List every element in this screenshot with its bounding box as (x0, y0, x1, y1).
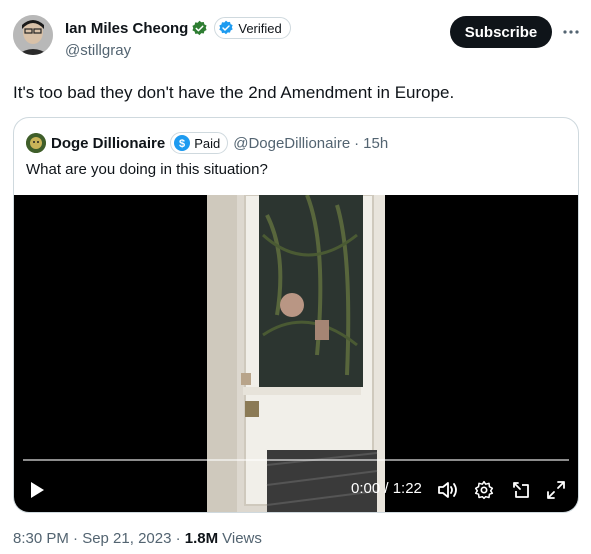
fullscreen-icon[interactable] (545, 478, 567, 502)
paid-coin-icon: $ (174, 135, 191, 151)
tweet-timestamp[interactable]: 8:30 PM · Sep 21, 2023 · (13, 530, 185, 547)
quoted-handle[interactable]: @DogeDillionaire (233, 135, 350, 152)
tweet-text: It's too bad they don't have the 2nd Ame… (13, 83, 455, 102)
meta-separator: · (354, 134, 360, 152)
subscribe-button[interactable]: Subscribe (450, 16, 552, 48)
video-player[interactable]: 0:00 / 1:22 (14, 195, 578, 512)
more-icon[interactable] (562, 22, 580, 42)
settings-icon[interactable] (473, 478, 495, 502)
volume-icon[interactable] (437, 478, 459, 502)
svg-text:$: $ (179, 138, 185, 150)
quoted-avatar[interactable] (26, 133, 46, 153)
quoted-tweet[interactable]: Doge Dillionaire $ Paid @DogeDillionaire… (13, 117, 579, 513)
views-count: 1.8M (184, 530, 219, 547)
verified-pill[interactable]: Verified (214, 17, 291, 39)
views-label: Views (222, 530, 262, 547)
quoted-header: Doge Dillionaire $ Paid @DogeDillionaire… (26, 132, 388, 154)
verified-badge-icon (191, 20, 208, 37)
author-display-name[interactable]: Ian Miles Cheong (65, 20, 188, 37)
quoted-display-name[interactable]: Doge Dillionaire (51, 135, 165, 152)
tweet-footer: 8:30 PM · Sep 21, 2023 · 1.8M Views (13, 530, 262, 547)
author-name-row: Ian Miles Cheong Verified (65, 17, 291, 39)
tweet-header: Ian Miles Cheong Verified @stillgray Sub… (13, 13, 580, 61)
video-time: 0:00 / 1:22 (351, 480, 422, 497)
play-icon[interactable] (26, 478, 48, 502)
quoted-text: What are you doing in this situation? (26, 161, 268, 178)
verified-label: Verified (238, 20, 282, 36)
quoted-meta: @DogeDillionaire · 15h (233, 135, 388, 152)
verified-check-icon (218, 20, 234, 36)
paid-pill[interactable]: $ Paid (170, 132, 229, 154)
video-progress-bar[interactable] (23, 459, 569, 461)
avatar[interactable] (13, 15, 53, 55)
video-frame (207, 195, 385, 512)
author-handle[interactable]: @stillgray (65, 42, 131, 59)
pip-icon[interactable] (510, 478, 532, 502)
quoted-age[interactable]: 15h (363, 135, 388, 152)
paid-label: Paid (194, 135, 221, 151)
